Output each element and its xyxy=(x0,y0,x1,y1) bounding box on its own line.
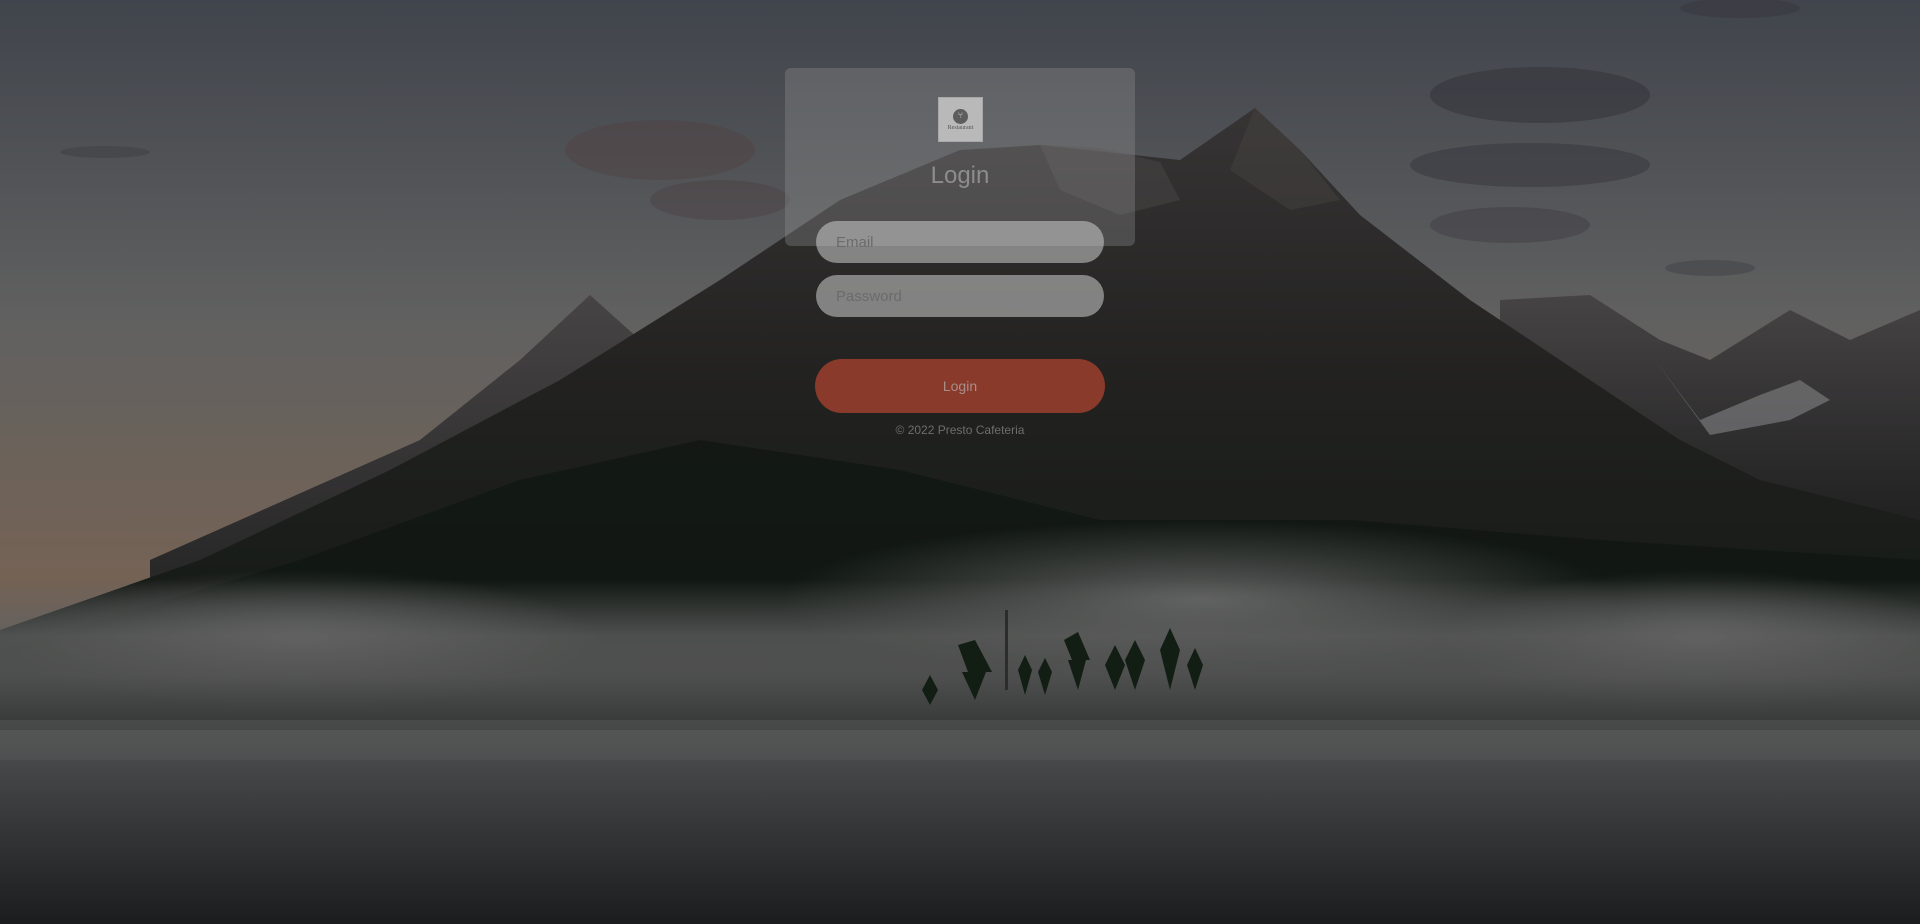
login-button[interactable]: Login xyxy=(815,359,1105,413)
fork-knife-icon: ⑂ xyxy=(953,108,968,124)
logo-text: Restaurant xyxy=(947,124,974,131)
restaurant-logo: ⑂ Restaurant xyxy=(938,97,983,142)
email-field[interactable] xyxy=(816,221,1104,263)
login-title: Login xyxy=(930,162,990,189)
copyright-text: © 2022 Presto Cafeteria xyxy=(895,423,1025,437)
password-field[interactable] xyxy=(816,275,1104,317)
login-card xyxy=(785,68,1135,246)
